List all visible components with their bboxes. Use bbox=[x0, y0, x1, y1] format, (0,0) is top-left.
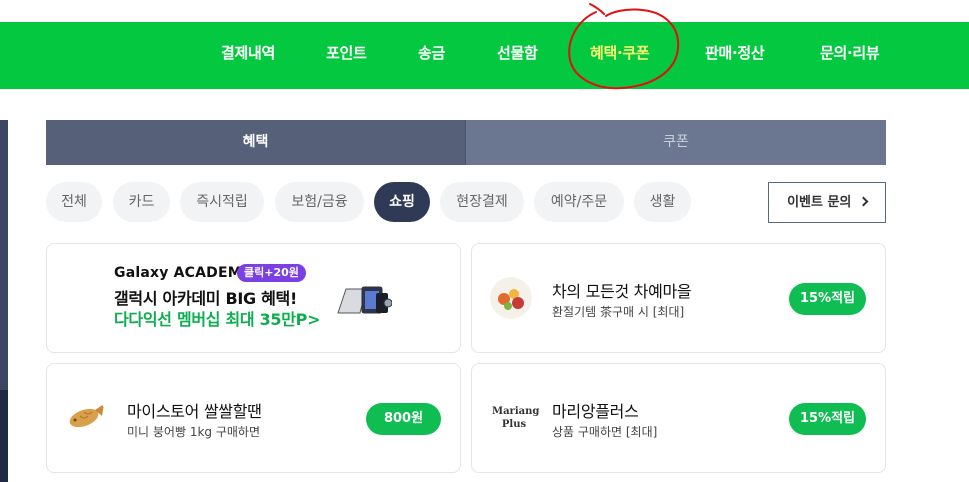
event-inquiry-button[interactable]: 이벤트 문의 bbox=[768, 182, 886, 223]
tab-coupons[interactable]: 쿠폰 bbox=[465, 120, 886, 165]
filter-chip-living[interactable]: 생활 bbox=[634, 182, 691, 222]
ad-subheadline: 다다익선 멤버십 최대 35만P> bbox=[114, 310, 321, 329]
card-desc-chayemaeul: 환절기템 茶구매 시 [최대] bbox=[552, 305, 685, 319]
nav-inquiry-review[interactable]: 문의·리뷰 bbox=[820, 22, 880, 89]
ad-brand-logo: Galaxy ACADEMY bbox=[114, 265, 253, 281]
filter-chip-insurance-finance[interactable]: 보험/금융 bbox=[275, 182, 364, 222]
nav-points[interactable]: 포인트 bbox=[326, 22, 367, 89]
filter-chip-reservation-order[interactable]: 예약/주문 bbox=[534, 182, 624, 222]
reward-badge-chayemaeul: 15%적립 bbox=[789, 283, 866, 315]
top-strip bbox=[0, 0, 969, 22]
mariang-plus-logo: Mariang Plus bbox=[492, 406, 540, 430]
nav-payment-history[interactable]: 결제내역 bbox=[221, 22, 275, 89]
tea-fruit-thumbnail-icon bbox=[490, 277, 532, 319]
nav-benefits-coupons[interactable]: 혜택·쿠폰 bbox=[590, 22, 650, 89]
filter-chip-all[interactable]: 전체 bbox=[46, 182, 102, 222]
card-title-chayemaeul: 차의 모든것 차예마을 bbox=[552, 282, 692, 301]
card-desc-mariang-plus: 상품 구매하면 [최대] bbox=[552, 425, 658, 439]
card-desc-mystore: 미니 붕어빵 1kg 구매하면 bbox=[127, 425, 261, 439]
laptop-devices-image bbox=[337, 286, 392, 314]
left-edge-panel-dark bbox=[0, 390, 8, 482]
nav-sales-settlement[interactable]: 판매·정산 bbox=[705, 22, 765, 89]
filter-chip-instant-reward[interactable]: 즉시적립 bbox=[180, 182, 264, 222]
ad-click-badge: 클릭+20원 bbox=[237, 264, 306, 282]
chevron-right-icon bbox=[858, 196, 869, 207]
filter-chip-shopping[interactable]: 쇼핑 bbox=[374, 182, 430, 222]
nav-gift-box[interactable]: 선물함 bbox=[497, 22, 538, 89]
reward-badge-mystore: 800원 bbox=[366, 403, 441, 435]
event-inquiry-label: 이벤트 문의 bbox=[787, 195, 852, 210]
tab-benefits[interactable]: 혜택 bbox=[46, 120, 465, 165]
filter-chip-card[interactable]: 카드 bbox=[113, 182, 170, 222]
main-nav: 결제내역 포인트 송금 선물함 혜택·쿠폰 판매·정산 문의·리뷰 bbox=[0, 22, 969, 89]
filter-chip-onsite-payment[interactable]: 현장결제 bbox=[440, 182, 524, 222]
card-title-mystore: 마이스토어 쌀쌀할땐 bbox=[127, 402, 262, 421]
nav-transfer[interactable]: 송금 bbox=[418, 22, 445, 89]
card-title-mariang-plus: 마리앙플러스 bbox=[552, 402, 639, 421]
reward-badge-mariang-plus: 15%적립 bbox=[789, 403, 866, 435]
fish-bread-thumbnail-icon bbox=[69, 404, 104, 428]
